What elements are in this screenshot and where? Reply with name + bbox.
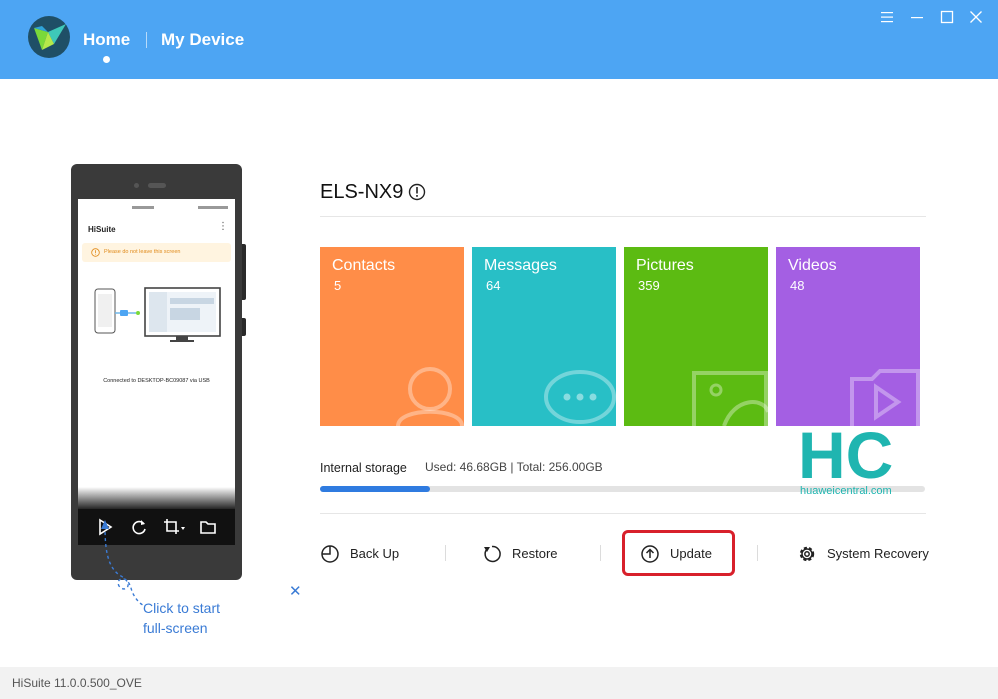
tile-messages[interactable]: Messages 64 [472, 247, 616, 426]
tile-pictures[interactable]: Pictures 359 [624, 247, 768, 426]
fullscreen-hint-text: Click to start full-screen [143, 598, 220, 638]
tile-title: Contacts [332, 257, 396, 274]
phone-pc-connection-illustration [94, 287, 221, 342]
nav-divider [146, 32, 147, 48]
storage-bar-fill [320, 486, 431, 492]
phone-connection-text: Connected to DESKTOP-BC09087 via USB [103, 378, 210, 384]
phone-app-title: HiSuite [88, 225, 116, 234]
phone-status-bar [132, 206, 228, 209]
phone-more-icon: ⋮ [218, 221, 228, 232]
restore-button[interactable]: Restore [482, 544, 572, 564]
system-recovery-label: System Recovery [827, 546, 929, 561]
restore-icon [484, 545, 501, 563]
folder-icon[interactable] [199, 518, 217, 536]
action-divider [600, 545, 601, 561]
restore-label: Restore [512, 546, 558, 561]
phone-camera [134, 183, 139, 188]
action-divider [757, 545, 758, 561]
phone-warning-banner: Please do not leave this screen [82, 243, 231, 262]
tile-title: Messages [484, 257, 557, 274]
tile-videos[interactable]: Videos 48 [776, 247, 920, 426]
device-name: ELS-NX9 [320, 181, 404, 203]
phone-warning-text: Please do not leave this screen [104, 249, 181, 255]
storage-usage-text: Used: 46.68GB | Total: 256.00GB [425, 460, 603, 474]
warning-icon [91, 248, 100, 257]
phone-volume-button [242, 244, 246, 300]
nav-tab-home[interactable]: Home [83, 30, 130, 50]
hisuite-logo [28, 16, 70, 58]
backup-icon [321, 545, 339, 563]
maximize-icon[interactable] [938, 8, 956, 26]
phone-speaker [148, 183, 166, 188]
nav-tab-my-device[interactable]: My Device [161, 30, 244, 50]
close-icon[interactable] [967, 8, 985, 26]
divider [320, 513, 926, 514]
phone-power-button [242, 318, 246, 336]
watermark-logo-text: HC [798, 424, 893, 492]
watermark-site: huaweicentral.com [800, 485, 892, 497]
tile-title: Pictures [636, 257, 694, 274]
system-recovery-button[interactable]: System Recovery [797, 544, 929, 564]
crop-icon[interactable] [163, 518, 185, 536]
tile-title: Videos [788, 257, 837, 274]
info-icon[interactable] [408, 183, 426, 201]
update-highlight-box [622, 530, 735, 576]
huaweicentral-watermark: HC huaweicentral.com [798, 424, 893, 497]
divider [320, 216, 926, 217]
action-divider [445, 545, 446, 561]
phone-screen: HiSuite ⋮ Please do not leave this scree… [78, 199, 235, 545]
tile-contacts[interactable]: Contacts 5 [320, 247, 464, 426]
fullscreen-hint-line2: full-screen [143, 620, 208, 636]
tile-count: 359 [638, 278, 660, 293]
gear-icon [799, 546, 815, 562]
minimize-icon[interactable] [908, 8, 926, 26]
storage-label: Internal storage [320, 461, 407, 475]
tile-count: 48 [790, 278, 805, 293]
title-bar: Home My Device [0, 0, 998, 79]
version-text: HiSuite 11.0.0.500_OVE [12, 676, 142, 690]
menu-icon[interactable] [878, 8, 896, 26]
hint-close-icon[interactable]: ✕ [289, 582, 302, 600]
backup-button[interactable]: Back Up [320, 544, 410, 564]
fullscreen-hint-line1: Click to start [143, 600, 221, 616]
tile-count: 5 [334, 278, 342, 293]
phone-controls-fade [78, 487, 235, 511]
status-bar: HiSuite 11.0.0.500_OVE [0, 667, 998, 699]
active-tab-indicator [103, 56, 110, 63]
tile-count: 64 [486, 278, 501, 293]
fullscreen-hint-arrow [101, 520, 146, 607]
backup-label: Back Up [350, 546, 400, 561]
